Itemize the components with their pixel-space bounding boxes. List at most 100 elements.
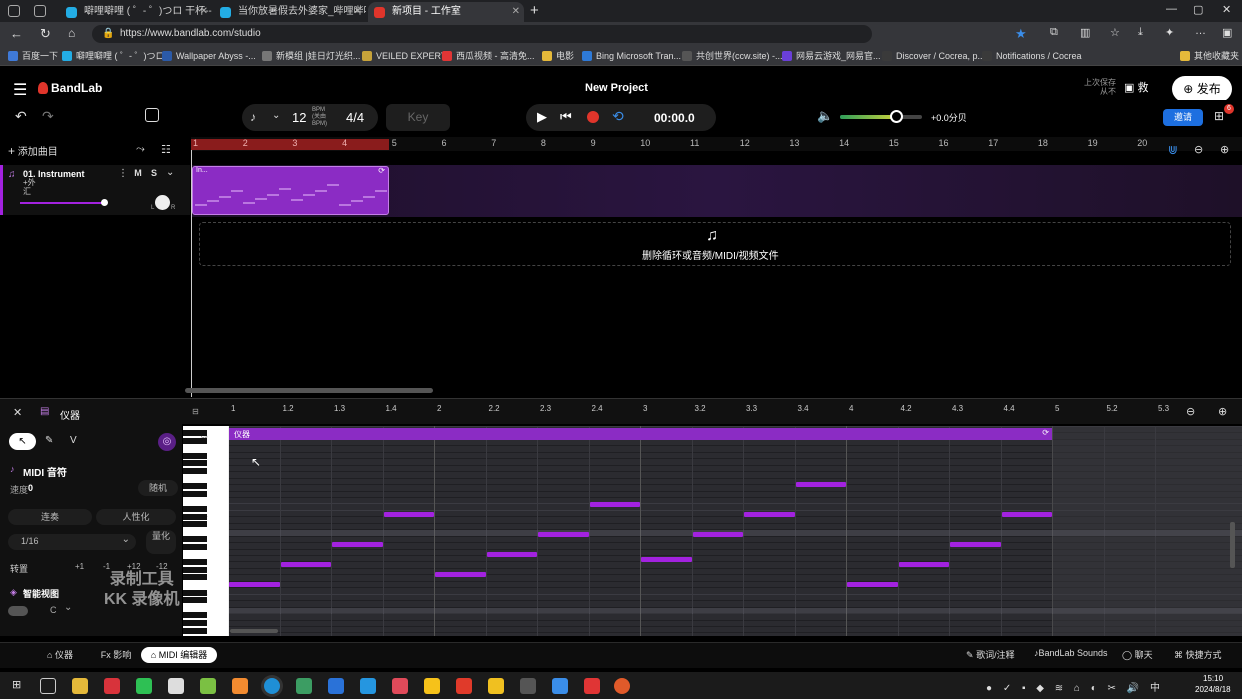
maximize-icon[interactable]: ▢ — [1193, 3, 1203, 16]
midi-note[interactable] — [641, 556, 692, 562]
humanize-button[interactable]: 人性化 — [96, 509, 176, 525]
midi-clip[interactable]: In... ⟳ — [192, 166, 389, 215]
bookmark[interactable]: 电影 — [542, 49, 574, 63]
bookmark[interactable]: 噼哩噼哩 ( ゜- ゜)つロ... — [62, 49, 172, 63]
new-tab-icon[interactable]: + — [530, 2, 539, 19]
invite-button[interactable]: 邀请 — [1163, 109, 1203, 126]
piano-black-key[interactable] — [183, 513, 207, 520]
lyrics-notes-button[interactable]: ✎ 歌词/注释 — [966, 648, 1020, 661]
piano-keyboard[interactable]: C5 C4 C3 — [183, 426, 228, 636]
track-menu-icon[interactable]: ⋮ — [118, 168, 128, 179]
piano-black-key[interactable] — [183, 430, 207, 436]
solo-button[interactable]: S — [147, 168, 161, 181]
automation-icon[interactable]: ⤳ — [136, 143, 145, 156]
chevron-down-icon[interactable]: ⌄ — [272, 110, 280, 121]
close-tab-icon[interactable]: ✕ — [200, 2, 208, 22]
gift-icon[interactable]: ⊞ — [1214, 109, 1224, 123]
track-settings-icon[interactable]: ☷ — [161, 143, 171, 156]
random-button[interactable]: 随机 — [138, 480, 178, 496]
add-track-button[interactable]: + 添加曲目 — [8, 142, 88, 160]
quantize-button[interactable]: 量化 — [146, 530, 176, 554]
chevron-down-icon[interactable]: ⌄ — [166, 167, 174, 178]
close-window-icon[interactable]: ✕ — [1222, 3, 1231, 16]
favorites-icon[interactable]: ☆ — [1110, 26, 1120, 39]
smart-key-select[interactable]: C — [50, 605, 57, 615]
bookmark[interactable]: 百度一下 — [8, 49, 58, 63]
more-menu-icon[interactable]: … — [1195, 25, 1206, 37]
tab-midi-editor[interactable]: ⌂ MIDI 编辑器 — [141, 647, 217, 663]
clock-time[interactable]: 15:10 — [1203, 674, 1223, 683]
wechat-icon[interactable] — [136, 678, 152, 694]
piano-black-key[interactable] — [183, 506, 207, 512]
loop-icon[interactable]: ⟲ — [612, 108, 624, 125]
app-icon[interactable] — [296, 678, 312, 694]
speaker-icon[interactable]: 🔈 — [817, 108, 833, 124]
undo-icon[interactable]: ↶ — [15, 108, 27, 125]
track-volume-knob[interactable] — [101, 199, 108, 206]
play-icon[interactable]: ▶ — [537, 109, 547, 125]
piano-black-key[interactable] — [183, 612, 207, 619]
editor-ruler[interactable]: 1 1.2 1.3 1.4 2 2.2 2.3 2.4 3 3.2 3.3 3.4 4 4.2 4.3 4.4… — [228, 404, 1188, 418]
piano-black-key[interactable] — [183, 574, 207, 581]
smart-view-toggle[interactable] — [8, 606, 28, 616]
extensions-icon[interactable]: ⧉ — [1050, 26, 1058, 39]
workspaces-icon[interactable] — [34, 5, 46, 17]
clock-date[interactable]: 2024/8/18 — [1195, 685, 1231, 694]
drop-zone[interactable]: ♫ 删除循环或音频/MIDI/视频文件 — [199, 222, 1231, 266]
piano-black-key[interactable] — [183, 490, 207, 497]
legato-button[interactable]: 连奏 — [8, 509, 92, 525]
url-input[interactable]: 🔒 https://www.bandlab.com/studio — [92, 25, 872, 43]
app-icon[interactable] — [104, 678, 120, 694]
pan-knob[interactable] — [155, 195, 170, 210]
editor-ruler-corner[interactable]: ⊟ — [192, 407, 199, 416]
task-view-icon[interactable] — [40, 678, 56, 694]
midi-note[interactable] — [1001, 511, 1052, 517]
app-icon[interactable] — [360, 678, 376, 694]
mixer-view-icon[interactable] — [145, 108, 159, 122]
mute-button[interactable]: M — [131, 168, 145, 181]
app-icon[interactable] — [614, 678, 630, 694]
app-icon[interactable] — [328, 678, 344, 694]
browser-tab[interactable]: 当你放暑假去外婆家_哔哩哔哩_b ✕ — [214, 2, 366, 22]
record-icon[interactable] — [587, 111, 599, 123]
piano-black-key[interactable] — [183, 566, 207, 573]
track-header[interactable]: ♫ 01. Instrument +外 汇 ⋮ M S ⌄ L R — [0, 165, 190, 215]
shortcuts-button[interactable]: ⌘ 快捷方式 — [1174, 648, 1234, 661]
bookmark[interactable]: 网易云游戏_网易官... — [782, 49, 881, 63]
profile-icon[interactable] — [8, 5, 20, 17]
zoom-out-icon[interactable]: ⊖ — [1186, 405, 1195, 418]
tab-instrument[interactable]: ⌂ 仪器 — [30, 647, 90, 663]
piano-roll-grid[interactable] — [228, 426, 1242, 636]
app-icon[interactable] — [552, 678, 568, 694]
close-tab-icon[interactable]: ✕ — [512, 2, 520, 22]
bookmark[interactable]: Discover / Cocrea, p... — [882, 49, 985, 63]
horizontal-scrollbar[interactable] — [185, 388, 433, 393]
piano-black-key[interactable] — [183, 620, 207, 626]
publish-button[interactable]: ⊕ 发布 — [1172, 76, 1232, 102]
tab-effects[interactable]: Fx 影响 — [95, 647, 137, 663]
browser-tab[interactable]: 噼哩噼哩 ( ゜- ゜)つロ 干杯--bili ✕ — [60, 2, 212, 22]
midi-note[interactable] — [538, 531, 589, 537]
midi-note[interactable] — [383, 511, 434, 517]
transpose-plus1-button[interactable]: +1 — [75, 562, 84, 571]
editor-vscrollbar[interactable] — [1230, 522, 1235, 568]
magnet-snap-icon[interactable]: ⋓ — [1168, 143, 1178, 157]
headphones-icon[interactable]: ◎ — [158, 433, 176, 451]
midi-note[interactable] — [898, 561, 949, 567]
piano-black-key[interactable] — [183, 536, 207, 543]
piano-black-key[interactable] — [183, 483, 207, 490]
browser-tab-active[interactable]: 新项目 - 工作室 ✕ — [368, 2, 524, 22]
midi-note[interactable] — [589, 501, 640, 507]
app-icon[interactable] — [232, 678, 248, 694]
editor-playhead[interactable] — [228, 426, 229, 636]
save-button[interactable]: ▣ 救 — [1124, 78, 1162, 98]
app-icon[interactable] — [488, 678, 504, 694]
start-menu-icon[interactable]: ⊞ — [12, 678, 28, 694]
midi-note[interactable] — [744, 511, 795, 517]
piano-black-key[interactable] — [183, 627, 207, 634]
master-volume-slider[interactable] — [840, 110, 922, 123]
pencil-tool-icon[interactable]: ✎ — [45, 435, 53, 446]
midi-note[interactable] — [435, 571, 486, 577]
zoom-in-icon[interactable]: ⊕ — [1218, 405, 1227, 418]
close-editor-icon[interactable]: ✕ — [13, 406, 22, 419]
